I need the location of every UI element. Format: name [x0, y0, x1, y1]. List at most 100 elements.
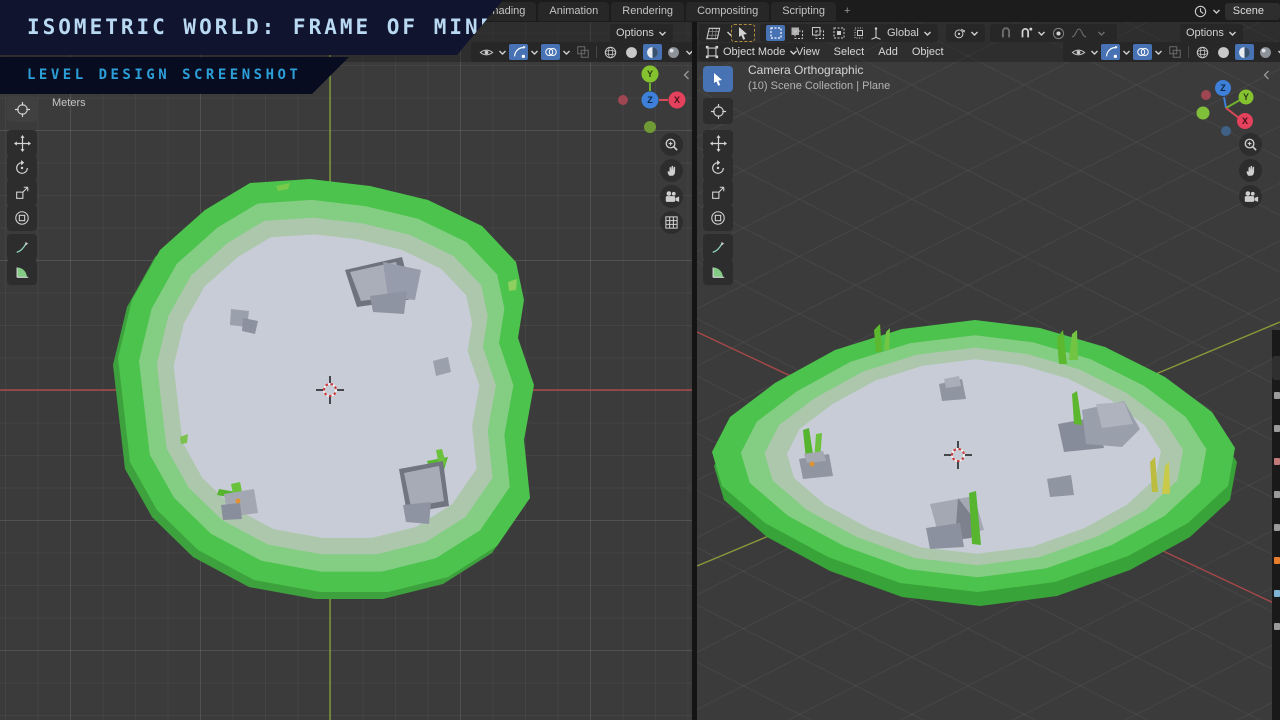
shading-solid[interactable]: [622, 44, 641, 60]
properties-tab-render-icon[interactable]: [1274, 425, 1280, 432]
tool-transform[interactable]: [703, 205, 733, 231]
menu-object[interactable]: Object: [905, 44, 951, 60]
chevron-down-icon[interactable]: [685, 49, 692, 56]
orientation-gizmo[interactable]: ZYX: [1197, 80, 1254, 136]
camera-view-icon[interactable]: [1239, 185, 1262, 208]
properties-tab-object-icon[interactable]: [1274, 557, 1280, 564]
properties-tab-scene-icon[interactable]: [1274, 491, 1280, 498]
options-dropdown[interactable]: Options: [1180, 24, 1243, 42]
properties-active-tab[interactable]: [1272, 356, 1280, 380]
tool-rotate[interactable]: [703, 155, 733, 181]
chevron-down-icon[interactable]: [498, 49, 507, 56]
shading-solid[interactable]: [1214, 44, 1233, 60]
shading-wireframe[interactable]: [601, 44, 620, 60]
tab-rendering[interactable]: Rendering: [611, 2, 684, 21]
menu-add[interactable]: Add: [871, 44, 905, 60]
view-toggles-group: [471, 42, 692, 62]
properties-tab-world-icon[interactable]: [1274, 524, 1280, 531]
sidebar-toggle-icon[interactable]: [1263, 70, 1270, 80]
shading-rendered[interactable]: [664, 44, 683, 60]
tool-move[interactable]: [703, 130, 733, 156]
properties-tab-output-icon[interactable]: [1274, 458, 1280, 465]
region-overlap-toggle[interactable]: [1133, 44, 1152, 60]
transform-orientation-dropdown[interactable]: Global: [863, 24, 938, 42]
orientation-gizmo[interactable]: YZX: [618, 66, 686, 134]
properties-tab-modifiers-icon[interactable]: [1274, 590, 1280, 597]
falloff-curve-icon[interactable]: [1069, 25, 1088, 41]
gizmo-axis-dot[interactable]: [1201, 90, 1211, 100]
chevron-down-icon: [658, 30, 667, 37]
tab-scripting[interactable]: Scripting: [771, 2, 836, 21]
hand-view-icon[interactable]: [1239, 159, 1262, 182]
select-mode-extend[interactable]: [787, 25, 806, 41]
options-dropdown[interactable]: Options: [610, 24, 673, 42]
xray-toggle[interactable]: [1165, 44, 1184, 60]
tool-measure[interactable]: [7, 259, 37, 285]
shading-material-preview[interactable]: [1235, 44, 1254, 60]
camera-view-icon[interactable]: [660, 185, 683, 208]
snap-target-icon[interactable]: [1019, 26, 1033, 40]
svg-text:X: X: [1242, 116, 1248, 126]
show-overlays-toggle[interactable]: [509, 44, 528, 60]
sidebar-toggle-icon[interactable]: [683, 70, 690, 80]
shading-rendered[interactable]: [1256, 44, 1275, 60]
tool-scale[interactable]: [7, 180, 37, 206]
chevron-down-icon[interactable]: [530, 49, 539, 56]
scene-selector[interactable]: Scene: [1193, 0, 1280, 22]
scene-object: [403, 502, 431, 524]
object-mode-icon: [705, 45, 719, 59]
orientation-label: Global: [887, 27, 919, 39]
tab-compositing[interactable]: Compositing: [686, 2, 769, 21]
chevron-down-icon[interactable]: [1122, 49, 1131, 56]
active-tool-button[interactable]: [731, 24, 755, 42]
grid-view-icon[interactable]: [660, 211, 683, 234]
tool-annotate[interactable]: [703, 234, 733, 260]
properties-editor-sliver[interactable]: [1272, 330, 1280, 720]
show-gizmos-toggle[interactable]: [1069, 44, 1088, 60]
gizmo-axis-dot[interactable]: [1197, 107, 1210, 120]
proportional-edit-icon[interactable]: [1052, 27, 1065, 40]
zoom-view-icon[interactable]: [1239, 133, 1262, 156]
gizmo-axis-dot[interactable]: [644, 121, 656, 133]
viewport-camera-ortho[interactable]: ZYX Global Optio: [697, 22, 1280, 720]
properties-tab-tool-icon[interactable]: [1274, 392, 1280, 399]
hand-view-icon[interactable]: [660, 159, 683, 182]
chevron-down-icon[interactable]: [1154, 49, 1163, 56]
chevron-down-icon[interactable]: [1090, 49, 1099, 56]
properties-tab-data-icon[interactable]: [1274, 623, 1280, 630]
scene-name[interactable]: Scene: [1225, 3, 1280, 20]
zoom-view-icon[interactable]: [660, 133, 683, 156]
select-mode-invert[interactable]: [829, 25, 848, 41]
region-overlap-toggle[interactable]: [541, 44, 560, 60]
viewport-divider[interactable]: [692, 22, 697, 720]
chevron-down-icon: [1037, 30, 1046, 37]
tool-annotate[interactable]: [7, 234, 37, 260]
menu-select[interactable]: Select: [827, 44, 872, 60]
pivot-point-dropdown[interactable]: [946, 24, 985, 42]
tool-rotate[interactable]: [7, 155, 37, 181]
tool-scale[interactable]: [703, 180, 733, 206]
xray-toggle[interactable]: [573, 44, 592, 60]
show-overlays-toggle[interactable]: [1101, 44, 1120, 60]
tool-transform[interactable]: [7, 205, 37, 231]
menu-view[interactable]: View: [789, 44, 827, 60]
gizmo-axis-dot[interactable]: [618, 95, 628, 105]
tool-measure[interactable]: [703, 259, 733, 285]
shading-material-preview[interactable]: [643, 44, 662, 60]
tool-cursor[interactable]: [7, 96, 37, 122]
tool-select-box[interactable]: [703, 66, 733, 92]
shading-wireframe[interactable]: [1193, 44, 1212, 60]
snap-magnet-icon[interactable]: [996, 25, 1015, 41]
gizmo-axis-dot[interactable]: [1221, 126, 1231, 136]
tool-cursor[interactable]: [703, 98, 733, 124]
add-workspace-button[interactable]: +: [838, 2, 856, 21]
editor-3d-viewport-icon: [705, 26, 722, 41]
viewport-top-ortho[interactable]: YZX Options Meters: [0, 22, 692, 720]
show-gizmos-toggle[interactable]: [477, 44, 496, 60]
tool-move[interactable]: [7, 130, 37, 156]
tab-animation[interactable]: Animation: [538, 2, 609, 21]
select-mode-new[interactable]: [766, 25, 785, 41]
view-toggles-group: [1063, 42, 1280, 62]
select-mode-subtract[interactable]: [808, 25, 827, 41]
chevron-down-icon[interactable]: [562, 49, 571, 56]
